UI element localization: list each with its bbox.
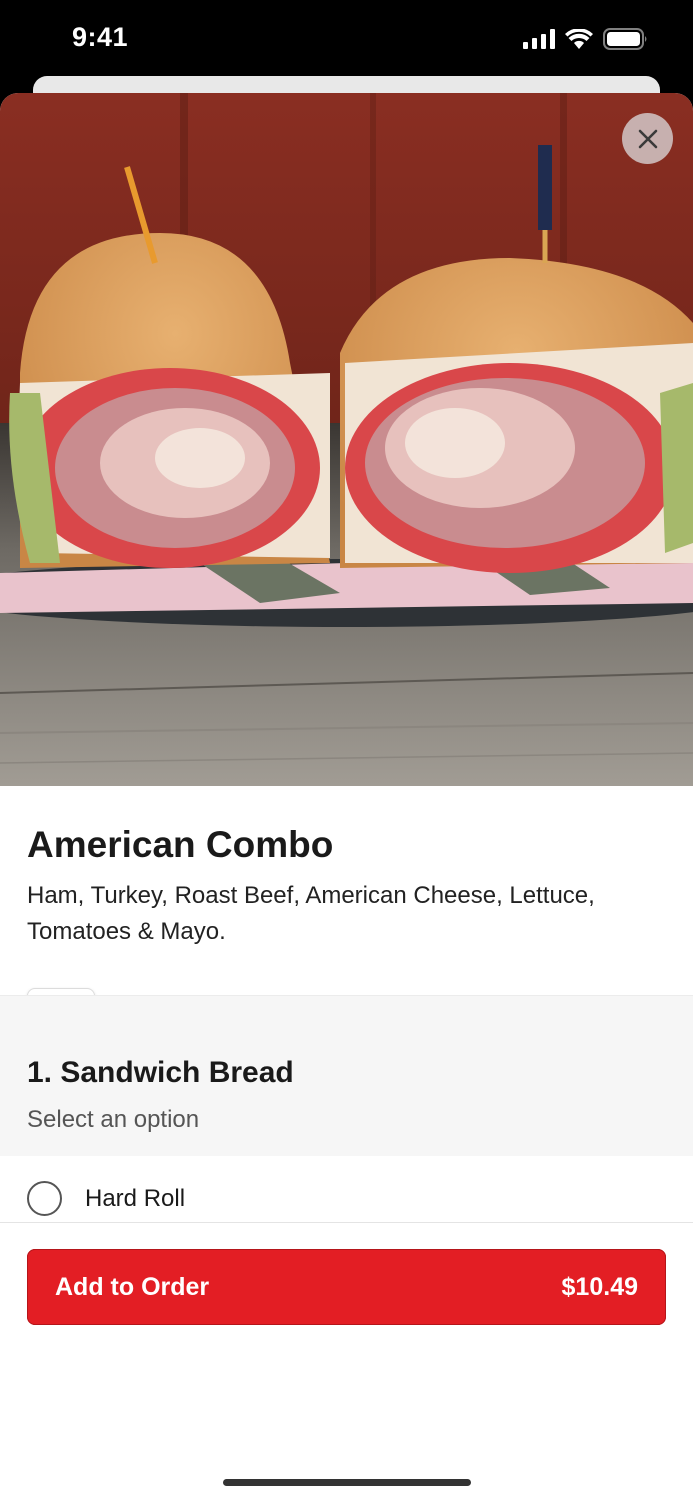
close-icon: [638, 129, 657, 148]
wifi-icon: [565, 29, 593, 49]
battery-icon: [603, 28, 647, 50]
cellular-signal-icon: [523, 29, 555, 49]
status-time: 9:41: [72, 22, 129, 52]
add-to-order-label: Add to Order: [55, 1273, 210, 1301]
product-image: [0, 93, 693, 786]
bread-section-header: 1. Sandwich Bread Select an option: [0, 995, 693, 1157]
order-price: $10.49: [561, 1273, 638, 1301]
option-hard-roll[interactable]: Hard Roll: [0, 1156, 693, 1226]
order-footer: Add to Order $10.49: [0, 1222, 693, 1408]
status-bar: 9:41: [0, 0, 693, 80]
section-subtitle: Select an option: [27, 1106, 200, 1133]
product-title: American Combo: [27, 824, 334, 865]
home-indicator: [223, 1479, 471, 1486]
section-title: 1. Sandwich Bread: [27, 1056, 294, 1089]
option-label: Hard Roll: [85, 1185, 186, 1212]
product-description: Ham, Turkey, Roast Beef, American Cheese…: [27, 882, 595, 945]
add-to-order-button[interactable]: Add to Order $10.49: [27, 1249, 666, 1325]
close-button[interactable]: [622, 113, 673, 164]
radio-button[interactable]: [27, 1181, 62, 1216]
status-icons: [523, 28, 649, 50]
